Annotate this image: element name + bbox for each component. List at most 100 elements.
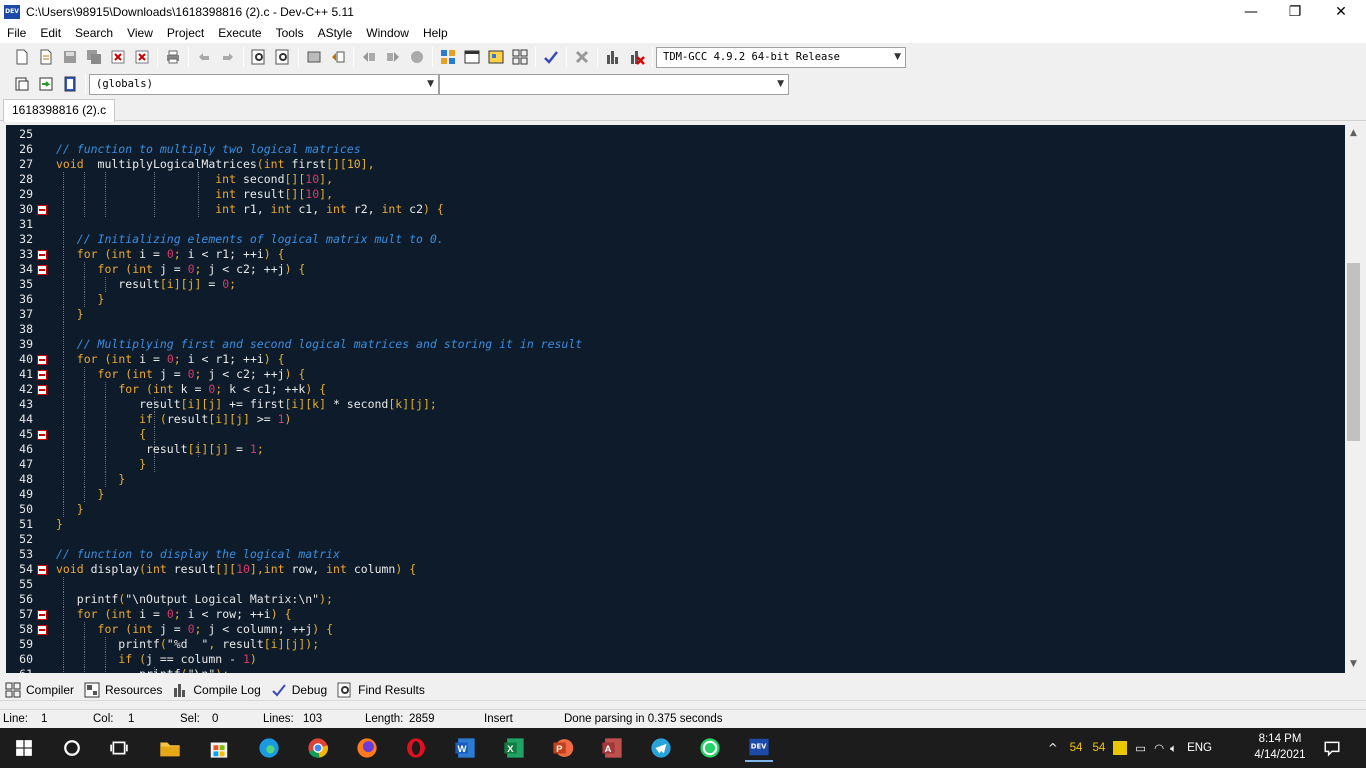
syntax-check-icon[interactable] [540,46,562,68]
scope-select[interactable]: (globals) ▼ [89,73,439,95]
file-explorer-icon[interactable] [156,734,184,762]
fold-toggle-icon[interactable] [37,205,47,215]
whatsapp-icon[interactable] [696,734,724,762]
print-icon[interactable] [162,46,184,68]
tray-badge-b[interactable]: 54 [1092,742,1105,754]
fold-toggle-icon[interactable] [37,565,47,575]
new-file-icon[interactable] [11,46,33,68]
windows-start-icon[interactable] [10,734,38,762]
task-view-icon[interactable] [105,734,133,762]
code-line[interactable]: 25 [6,127,1345,142]
wifi-icon[interactable]: ◠ [1154,741,1164,755]
code-line[interactable]: 43 result[i][j] += first[i][k] * second[… [6,397,1345,412]
code-line[interactable]: 39 // Multiplying first and second logic… [6,337,1345,352]
access-icon[interactable]: A [598,734,626,762]
menu-edit[interactable]: Edit [33,23,68,43]
menu-tools[interactable]: Tools [269,23,311,43]
minimize-button[interactable]: — [1228,0,1274,23]
code-line[interactable]: 35 result[i][j] = 0; [6,277,1345,292]
fold-toggle-icon[interactable] [37,370,47,380]
code-line[interactable]: 52 [6,532,1345,547]
powerpoint-icon[interactable]: P [549,734,577,762]
code-line[interactable]: 46 result[i][j] = 1; [6,442,1345,457]
code-line[interactable]: 58 for (int j = 0; j < column; ++j) { [6,622,1345,637]
code-line[interactable]: 41 for (int j = 0; j < c2; ++j) { [6,367,1345,382]
fold-toggle-icon[interactable] [37,385,47,395]
close-button[interactable]: ✕ [1318,0,1364,23]
tray-badge-a[interactable]: 54 [1070,742,1083,754]
save-icon[interactable] [59,46,81,68]
menu-search[interactable]: Search [68,23,120,43]
menu-window[interactable]: Window [359,23,416,43]
code-line[interactable]: 32 // Initializing elements of logical m… [6,232,1345,247]
menu-astyle[interactable]: AStyle [311,23,360,43]
code-line[interactable]: 28 int second[][10], [6,172,1345,187]
vertical-scrollbar[interactable]: ▲ ▼ [1345,125,1362,673]
code-line[interactable]: 26 // function to multiply two logical ma… [6,142,1345,157]
code-line[interactable]: 47 } [6,457,1345,472]
indent-icon[interactable] [303,46,325,68]
bookmark-back-icon[interactable] [358,46,380,68]
close-all-icon[interactable] [131,46,153,68]
rebuild-all-icon[interactable] [509,46,531,68]
code-line[interactable]: 40 for (int i = 0; i < r1; ++i) { [6,352,1345,367]
code-line[interactable]: 56 printf("\nOutput Logical Matrix:\n"); [6,592,1345,607]
show-hidden-icons-icon[interactable]: ^ [1048,741,1058,755]
compiler-select[interactable]: TDM-GCC 4.9.2 64-bit Release ▼ [656,46,906,68]
scroll-up-icon[interactable]: ▲ [1345,125,1362,142]
code-line[interactable]: 31 [6,217,1345,232]
goto-definition-icon[interactable] [35,73,57,95]
network-adapter-icon[interactable]: ▭ [1135,741,1146,755]
profile-chart-icon[interactable] [602,46,624,68]
code-line[interactable]: 37 } [6,307,1345,322]
scroll-down-icon[interactable]: ▼ [1345,656,1362,673]
class-browser-icon[interactable] [59,73,81,95]
code-line[interactable]: 53 // function to display the logical mat… [6,547,1345,562]
code-line[interactable]: 36 } [6,292,1345,307]
edge-icon[interactable] [255,734,283,762]
find-icon[interactable] [248,46,270,68]
tab-resources[interactable]: Resources [79,679,167,701]
tab-compiler[interactable]: Compiler [0,679,79,701]
tab-debug[interactable]: Debug [266,679,332,701]
menu-view[interactable]: View [120,23,160,43]
volume-icon[interactable]: 🔈︎ [1170,741,1177,756]
excel-icon[interactable]: X [500,734,528,762]
clock[interactable]: 8:14 PM 4/14/2021 [1254,731,1306,763]
menu-execute[interactable]: Execute [211,23,268,43]
code-line[interactable]: 61 printf("\n"); [6,667,1345,673]
code-line[interactable]: 59 printf("%d ", result[i][j]); [6,637,1345,652]
code-line[interactable]: 54 void display(int result[][10],int row,… [6,562,1345,577]
code-line[interactable]: 57 for (int i = 0; i < row; ++i) { [6,607,1345,622]
bookmark-forward-icon[interactable] [382,46,404,68]
firefox-icon[interactable] [353,734,381,762]
maximize-button[interactable]: ❐ [1272,0,1318,23]
code-line[interactable]: 48 } [6,472,1345,487]
menu-file[interactable]: File [0,23,33,43]
code-line[interactable]: 55 [6,577,1345,592]
code-line[interactable]: 27 void multiplyLogicalMatrices(int first… [6,157,1345,172]
chrome-icon[interactable] [304,734,332,762]
devcpp-taskbar-icon[interactable]: DEV [745,734,773,762]
fold-toggle-icon[interactable] [37,610,47,620]
compile-run-icon[interactable] [485,46,507,68]
code-line[interactable]: 38 [6,322,1345,337]
security-check-icon[interactable] [1113,741,1128,755]
code-line[interactable]: 45 { [6,427,1345,442]
compile-icon[interactable] [437,46,459,68]
scrollbar-thumb[interactable] [1347,263,1360,441]
fold-toggle-icon[interactable] [37,625,47,635]
word-icon[interactable]: W [451,734,479,762]
fold-toggle-icon[interactable] [37,265,47,275]
file-tab[interactable]: 1618398816 (2).c [3,99,116,122]
undo-icon[interactable] [193,46,215,68]
menu-project[interactable]: Project [160,23,211,43]
stop-execution-icon[interactable] [571,46,593,68]
unindent-icon[interactable] [327,46,349,68]
toggle-bookmark-icon[interactable] [406,46,428,68]
opera-icon[interactable] [402,734,430,762]
code-line[interactable]: 49 } [6,487,1345,502]
search-icon[interactable] [58,734,86,762]
code-line[interactable]: 51} [6,517,1345,532]
code-line[interactable]: 30 int r1, int c1, int r2, int c2) { [6,202,1345,217]
